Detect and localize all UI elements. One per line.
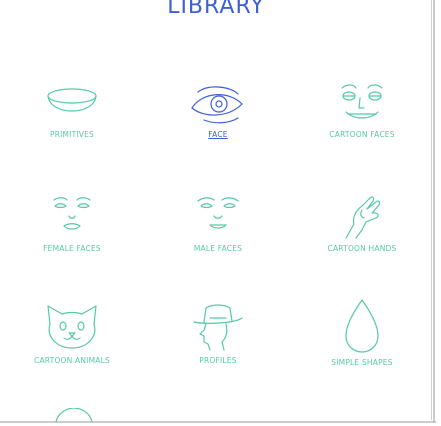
cartoon-face-icon [341, 84, 383, 119]
cat-icon [47, 305, 97, 349]
library-item-profiles[interactable]: PROFILES [158, 302, 278, 365]
library-item-label: PROFILES [199, 356, 237, 365]
male-face-icon [197, 197, 239, 229]
library-item-male-faces[interactable]: MALE FACES [158, 196, 278, 253]
drop-shape-icon [345, 299, 379, 353]
library-item-female-faces[interactable]: FEMALE FACES [12, 196, 132, 253]
library-item-cartoon-animals[interactable]: CARTOON ANIMALS [12, 302, 132, 365]
library-item-label: CARTOON ANIMALS [34, 356, 110, 365]
profile-hat-icon [193, 304, 243, 351]
library-item-label: FACE [208, 130, 228, 139]
library-item-label: FEMALE FACES [43, 244, 101, 253]
page-title: LIBRARY [167, 0, 265, 19]
eye-icon [191, 86, 243, 124]
library-item-label: CARTOON FACES [329, 130, 395, 139]
library-item-simple-shapes[interactable]: SIMPLE SHAPES [302, 296, 422, 367]
female-face-icon [53, 197, 91, 230]
library-item-label: SIMPLE SHAPES [331, 358, 393, 367]
window-border [431, 0, 432, 420]
library-item-cartoon-faces[interactable]: CARTOON FACES [302, 82, 422, 139]
bowl-icon [47, 88, 97, 112]
window-shadow [433, 0, 435, 422]
partial-item-icon [55, 408, 93, 422]
library-item-label: CARTOON HANDS [327, 244, 397, 253]
library-item-label: PRIMITIVES [49, 130, 95, 139]
library-item-primitives[interactable]: PRIMITIVES [12, 86, 132, 139]
hand-icon [345, 196, 381, 239]
library-item-cartoon-hands[interactable]: CARTOON HANDS [302, 196, 422, 253]
library-item-label: MALE FACES [193, 244, 243, 253]
library-item-face[interactable]: FACE [158, 86, 278, 139]
